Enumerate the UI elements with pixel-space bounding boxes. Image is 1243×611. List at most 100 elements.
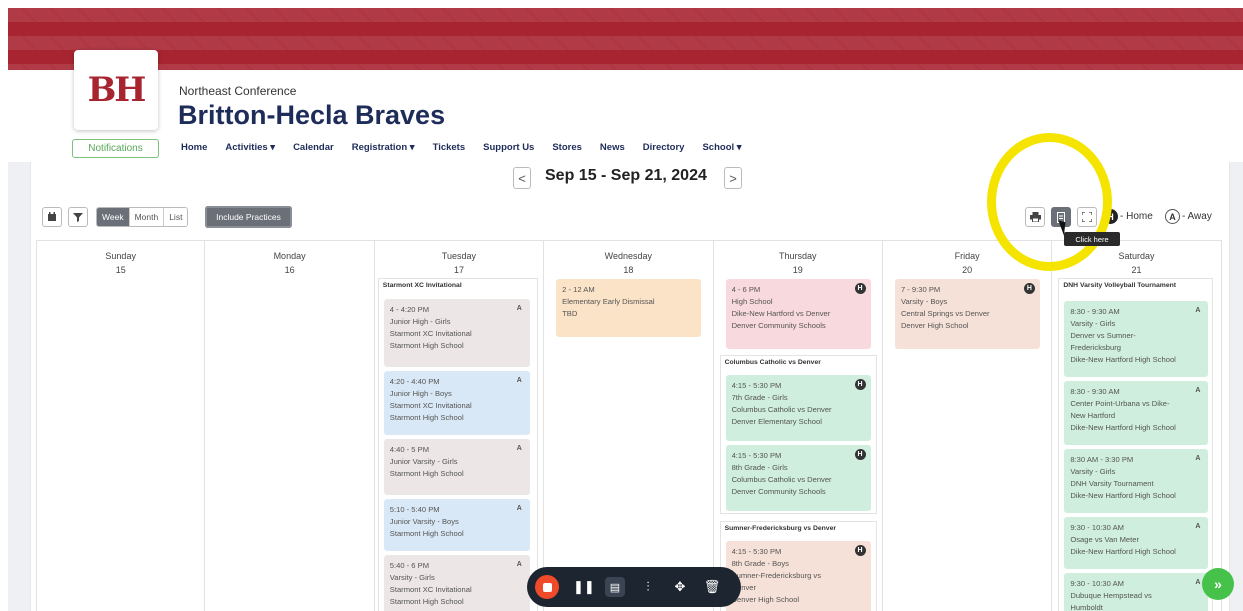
event-detail: Denver Community Schools (731, 321, 826, 330)
notifications-button[interactable]: Notifications (72, 139, 159, 158)
calendar-event[interactable]: 7 - 9:30 PM Varsity - Boys Central Springs… (894, 279, 1040, 349)
logo-text: BH (87, 70, 147, 110)
day-column-saturday: Saturday 21 DNH Varsity Volleyball Tourna… (1052, 241, 1222, 611)
day-column-monday: Monday 16 (205, 241, 375, 611)
day-number: 19 (792, 265, 803, 275)
stop-icon (542, 582, 552, 592)
day-name: Monday (273, 251, 306, 261)
nav-item-home[interactable]: Home (181, 142, 207, 153)
event-detail: 7th Grade - Girls (731, 393, 788, 402)
nav-item-registration[interactable]: Registration ▾ (352, 142, 415, 153)
legend-away: A - Away (1165, 209, 1212, 224)
event-detail: Starmont XC Invitational (389, 329, 472, 338)
day-column-wednesday: Wednesday 18 2 - 12 AM Elementary Early Di… (544, 241, 714, 611)
nav-item-news[interactable]: News (600, 142, 625, 153)
next-week-button[interactable]: > (724, 167, 742, 189)
calendar-event[interactable]: 2 - 12 AM Elementary Early Dismissal TBD (556, 279, 702, 337)
event-detail: Denver (731, 583, 757, 592)
highlight-circle (987, 133, 1112, 271)
event-time: 8:30 - 9:30 AM (1070, 387, 1120, 396)
nav-item-directory[interactable]: Directory (643, 142, 685, 153)
calendar-event[interactable]: 5:40 - 6 PM Varsity - Girls Starmont XC In… (383, 555, 530, 611)
recording-toolbar: ❚❚ ▤ ⫶ ✥ 🗑 (527, 567, 741, 607)
nav-item-calendar[interactable]: Calendar (293, 142, 334, 153)
nav-item-support-us[interactable]: Support Us (483, 142, 534, 153)
chevron-left-icon: < (518, 170, 526, 186)
calendar-event[interactable]: 8:30 AM - 3:30 PM Varsity - Girls DNH Vars… (1064, 449, 1209, 513)
pause-icon[interactable]: ❚❚ (573, 579, 595, 595)
day-name: Tuesday (441, 251, 477, 261)
calendar-picker-button[interactable] (42, 207, 62, 227)
event-detail: Dike-New Hartford High School (1070, 355, 1176, 364)
event-detail: Junior High - Boys (389, 389, 452, 398)
day-name: Thursday (778, 251, 817, 261)
day-column-sunday: Sunday 15 (36, 241, 206, 611)
view-week-button[interactable]: Week (97, 208, 130, 226)
event-detail: DNH Varsity Tournament (1070, 479, 1154, 488)
calendar-event[interactable]: 4:15 - 5:30 PM 8th Grade - Boys Sumner-Fre… (725, 541, 871, 611)
day-header: Sunday 15 (37, 249, 204, 277)
trim-icon[interactable]: ⫶ (639, 579, 657, 595)
right-gutter (1230, 162, 1243, 611)
calendar-event[interactable]: 4:15 - 5:30 PM 7th Grade - Girls Columbus … (725, 375, 871, 441)
nav-item-school[interactable]: School ▾ (702, 142, 741, 153)
week-grid: Sunday 15 Monday 16 Tuesday 17 Starmont XC … (36, 240, 1222, 611)
stop-recording-button[interactable] (535, 575, 559, 599)
event-time: 2 - 12 AM (562, 285, 595, 294)
event-detail: Denver Elementary School (731, 417, 822, 426)
nav-item-stores[interactable]: Stores (552, 142, 582, 153)
event-detail: Junior High - Girls (389, 317, 451, 326)
page-title: Britton-Hecla Braves (178, 100, 446, 130)
event-group-title: Columbus Catholic vs Denver (724, 359, 821, 366)
view-month-button[interactable]: Month (129, 208, 165, 226)
event-detail: Junior Varsity - Girls (389, 457, 458, 466)
event-detail: Starmont High School (389, 597, 464, 606)
day-column-tuesday: Tuesday 17 Starmont XC Invitational 4 - 4… (375, 241, 545, 611)
filter-button[interactable] (68, 207, 88, 227)
calendar-event[interactable]: 8:30 - 9:30 AM Varsity - Girls Denver vs S… (1064, 301, 1209, 377)
move-icon[interactable]: ✥ (671, 579, 689, 595)
event-detail: Starmont High School (389, 529, 464, 538)
day-number: 21 (1131, 265, 1142, 275)
away-badge-icon: A (516, 376, 522, 384)
expand-panel-button[interactable]: » (1202, 568, 1234, 600)
view-list-button[interactable]: List (164, 208, 188, 226)
calendar-event[interactable]: 4:20 - 4:40 PM Junior High - Boys Starmont… (383, 371, 530, 435)
notes-icon[interactable]: ▤ (605, 577, 625, 597)
away-badge-icon: A (516, 504, 522, 512)
event-detail: Dike-New Hartford vs Denver (731, 309, 831, 318)
prev-week-button[interactable]: < (513, 167, 531, 189)
nav-item-activities[interactable]: Activities ▾ (225, 142, 275, 153)
event-time: 4 - 4:20 PM (389, 305, 430, 314)
calendar-event[interactable]: 4:40 - 5 PM Junior Varsity - Girls Starmon… (383, 439, 530, 495)
page-root: BH Northeast Conference Britton-Hecla Br… (0, 0, 1243, 611)
day-header: Wednesday 18 (544, 249, 712, 277)
calendar-event[interactable]: 4 - 6 PM High School Dike-New Hartford vs … (725, 279, 871, 349)
event-detail: Starmont High School (389, 469, 464, 478)
calendar-event[interactable]: 9:30 - 10:30 AM Dubuque Hempstead vs Humbo… (1064, 573, 1209, 611)
event-detail: Dubuque Hempstead vs (1070, 591, 1152, 600)
calendar-event[interactable]: 5:10 - 5:40 PM Junior Varsity - Boys Starm… (383, 499, 530, 551)
include-practices-toggle[interactable]: Include Practices (205, 206, 292, 228)
trash-icon[interactable]: 🗑 (703, 579, 721, 595)
event-detail: Junior Varsity - Boys (389, 517, 459, 526)
event-detail: Starmont High School (389, 341, 464, 350)
calendar-event[interactable]: 4:15 - 5:30 PM 8th Grade - Girls Columbus … (725, 445, 871, 511)
view-switcher: Week Month List (96, 207, 189, 227)
day-number: 15 (115, 265, 126, 275)
event-time: 8:30 - 9:30 AM (1070, 307, 1120, 316)
day-header: Tuesday 17 (375, 249, 543, 277)
event-detail: New Hartford (1070, 411, 1116, 420)
calendar-event[interactable]: 9:30 - 10:30 AM Osage vs Van Meter Dike-Ne… (1064, 517, 1209, 569)
nav-item-tickets[interactable]: Tickets (433, 142, 466, 153)
calendar-event[interactable]: 8:30 - 9:30 AM Center Point-Urbana vs Dik… (1064, 381, 1209, 445)
event-detail: Humboldt (1070, 603, 1103, 611)
calendar-event[interactable]: 4 - 4:20 PM Junior High - Girls Starmont X… (383, 299, 530, 367)
away-badge-icon: A (1165, 209, 1180, 224)
event-group-title: Starmont XC Invitational (382, 282, 462, 289)
event-detail: Denver High School (900, 321, 969, 330)
school-logo[interactable]: BH (74, 50, 158, 130)
event-detail: 8th Grade - Boys (731, 559, 789, 568)
day-name: Sunday (105, 251, 136, 261)
away-badge-icon: A (516, 560, 522, 568)
